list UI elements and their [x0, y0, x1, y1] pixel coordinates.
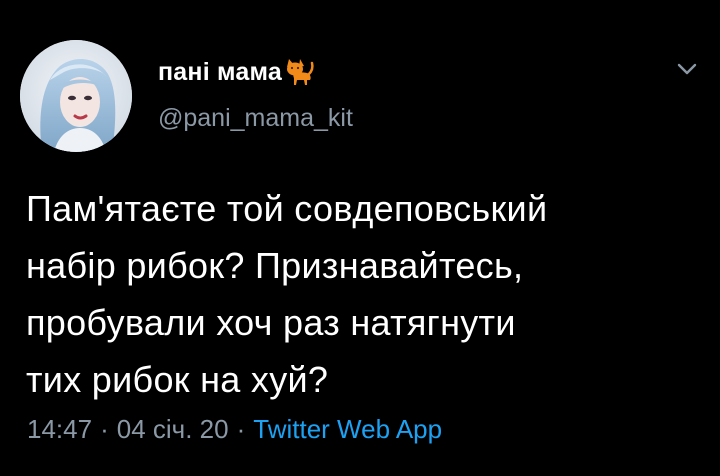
tweet-source-link[interactable]: Twitter Web App: [253, 414, 442, 445]
tweet-time[interactable]: 14:47: [27, 414, 92, 445]
avatar[interactable]: [20, 40, 132, 152]
avatar-photo: [20, 40, 132, 152]
display-name[interactable]: пані мама: [158, 58, 282, 87]
cat-emoji-icon: [283, 57, 315, 87]
tweet-text: Пам'ятаєте той совдеповський набір рибок…: [26, 188, 548, 400]
tweet: пані мама @pani_mama_kit Пам'ятаєте той …: [0, 0, 720, 476]
meta-separator: ·: [236, 414, 246, 444]
user-handle[interactable]: @pani_mama_kit: [158, 104, 353, 133]
meta-separator: ·: [100, 414, 109, 444]
tweet-metadata: 14:47 · 04 січ. 20 · Twitter Web App: [27, 414, 442, 445]
display-name-row[interactable]: пані мама: [158, 54, 315, 90]
chevron-down-icon: [677, 63, 697, 75]
more-options-button[interactable]: [672, 54, 702, 84]
tweet-date[interactable]: 04 січ. 20: [117, 414, 229, 445]
